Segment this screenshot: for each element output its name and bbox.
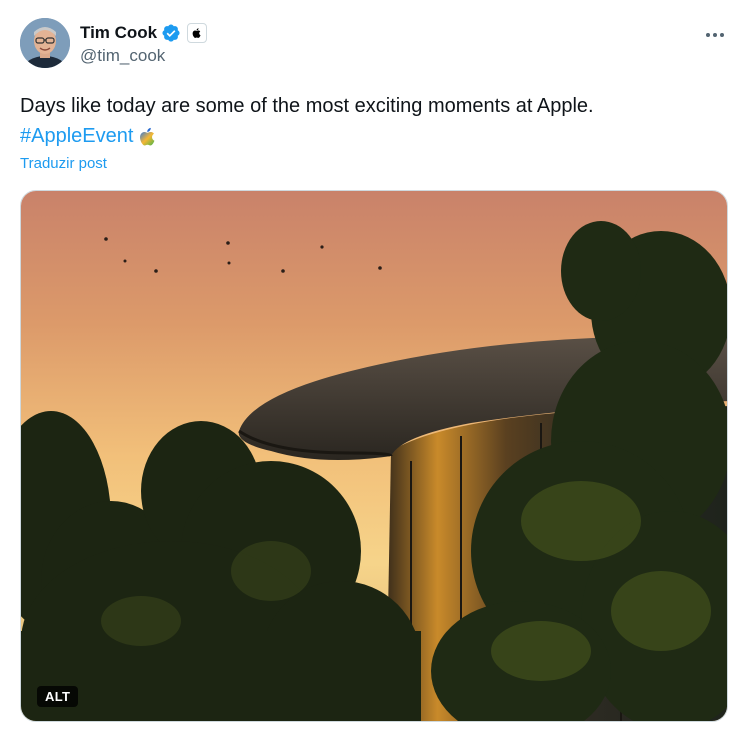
more-dot — [706, 33, 710, 37]
more-dot — [713, 33, 717, 37]
apple-logo-icon — [192, 28, 201, 38]
affiliation-badge[interactable] — [187, 23, 208, 43]
tweet-header: Tim Cook @tim_cook — [20, 18, 730, 72]
tweet-text: Days like today are some of the most exc… — [20, 91, 720, 151]
hashtag-line: #AppleEvent — [20, 121, 720, 151]
more-dot — [720, 33, 724, 37]
media-photo — [21, 191, 727, 721]
name-row: Tim Cook — [80, 22, 208, 44]
more-options-icon[interactable] — [700, 20, 730, 50]
tweet-media[interactable]: ALT — [20, 190, 728, 722]
avatar[interactable] — [20, 18, 70, 68]
hashtag-link[interactable]: #AppleEvent — [20, 121, 133, 151]
alt-text-badge[interactable]: ALT — [37, 686, 79, 707]
verified-badge-icon[interactable] — [161, 23, 181, 43]
tweet-body: Days like today are some of the most exc… — [20, 95, 594, 117]
apple-event-hashflag-icon — [140, 127, 155, 146]
user-handle[interactable]: @tim_cook — [80, 46, 165, 66]
display-name[interactable]: Tim Cook — [80, 23, 157, 43]
avatar-photo — [20, 18, 70, 68]
translate-post-link[interactable]: Traduzir post — [20, 155, 107, 172]
